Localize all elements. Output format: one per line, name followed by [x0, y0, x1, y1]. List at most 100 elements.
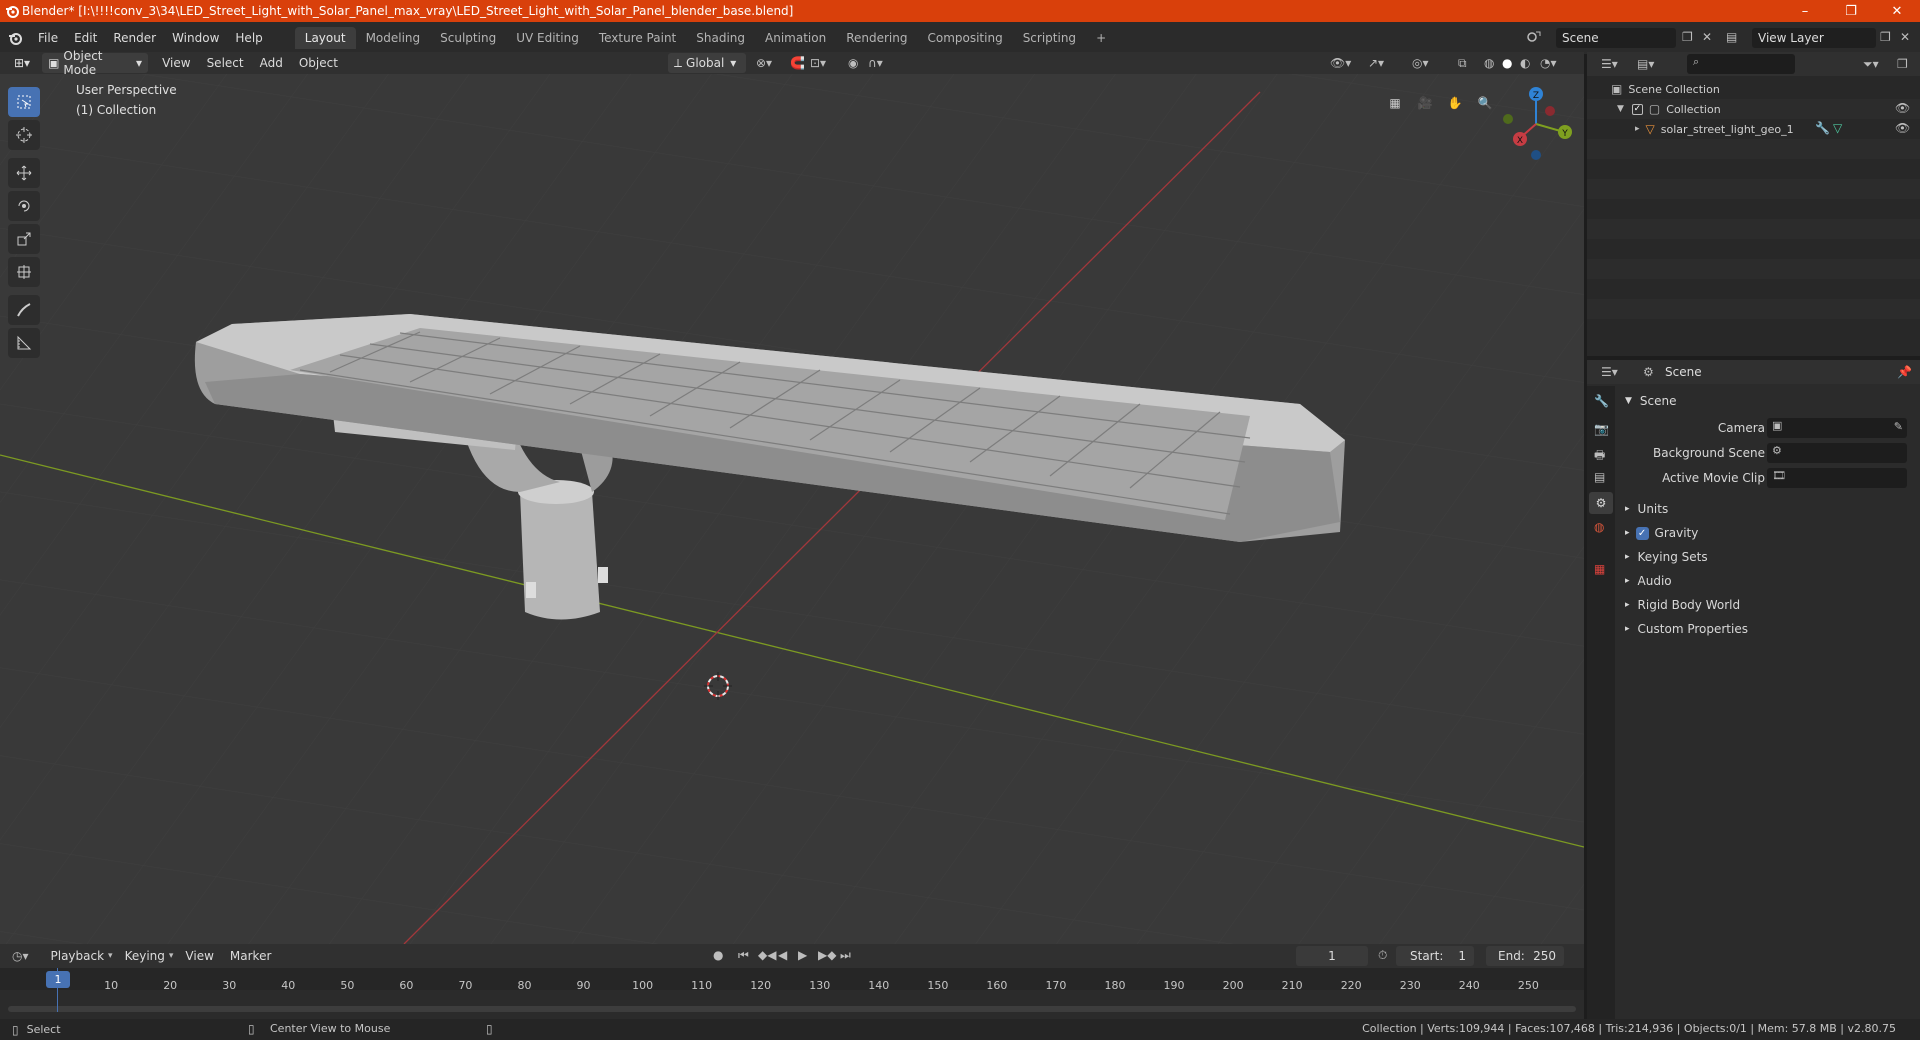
- outliner-editor-icon[interactable]: ☰▾: [1601, 57, 1618, 71]
- keying-sets-section[interactable]: ▸ Keying Sets: [1617, 546, 1917, 568]
- navigation-gizmo[interactable]: Z Y X: [1500, 82, 1580, 162]
- collapse-arrow-icon[interactable]: ▸: [1635, 124, 1640, 134]
- start-frame-field[interactable]: Start: 1: [1396, 946, 1474, 966]
- 3d-viewport[interactable]: User Perspective (1) Collection ▦ 🎥 ✋ 🔍 …: [0, 52, 1584, 944]
- collection-checkbox[interactable]: ✓: [1631, 103, 1643, 115]
- new-scene-icon[interactable]: ❐: [1682, 30, 1693, 44]
- units-section[interactable]: ▸ Units: [1617, 498, 1917, 520]
- outliner-row-collection[interactable]: ▼ ✓ ▢ Collection 👁: [1587, 99, 1920, 119]
- menu-help[interactable]: Help: [227, 31, 270, 45]
- tab-uv-editing[interactable]: UV Editing: [506, 27, 589, 49]
- clock-icon[interactable]: ⏱: [1378, 948, 1387, 963]
- tab-sculpting[interactable]: Sculpting: [430, 27, 506, 49]
- custom-properties-section[interactable]: ▸ Custom Properties: [1617, 618, 1917, 640]
- delete-scene-icon[interactable]: ✕: [1702, 30, 1712, 44]
- blender-menu-icon[interactable]: [0, 31, 30, 45]
- gravity-checkbox[interactable]: ✓: [1635, 526, 1649, 540]
- mesh-data-icon[interactable]: ▽: [1833, 121, 1842, 135]
- menu-file[interactable]: File: [30, 31, 66, 45]
- visibility-icon[interactable]: 👁▾: [1330, 56, 1351, 70]
- play-reverse-icon[interactable]: ◀: [778, 948, 787, 962]
- audio-section[interactable]: ▸ Audio: [1617, 570, 1917, 592]
- toggle-grid-icon[interactable]: ▦: [1382, 90, 1408, 116]
- jump-end-icon[interactable]: ⏭: [840, 948, 851, 963]
- eyedropper-icon[interactable]: ✎: [1894, 420, 1903, 433]
- outliner-row-object[interactable]: ▸ ▽ solar_street_light_geo_1 🔧 ▽ 👁: [1587, 119, 1920, 139]
- rendered-shading-icon[interactable]: ◔▾: [1540, 56, 1557, 70]
- tool-tab-icon[interactable]: 🔧: [1594, 394, 1609, 408]
- menu-view[interactable]: View: [154, 56, 198, 70]
- new-view-layer-icon[interactable]: ❐: [1880, 30, 1891, 44]
- editor-type-icon[interactable]: ⊞▾: [8, 53, 36, 73]
- tab-layout[interactable]: Layout: [294, 27, 356, 49]
- menu-object[interactable]: Object: [291, 56, 346, 70]
- new-collection-icon[interactable]: ❐: [1897, 57, 1908, 71]
- rotate-tool-icon[interactable]: [8, 191, 40, 221]
- expand-arrow-icon[interactable]: ▼: [1617, 104, 1624, 114]
- scene-browse-icon[interactable]: [1526, 28, 1544, 47]
- menu-edit[interactable]: Edit: [66, 31, 105, 45]
- pin-icon[interactable]: 📌: [1897, 365, 1912, 379]
- rigid-body-world-section[interactable]: ▸ Rigid Body World: [1617, 594, 1917, 616]
- transform-orientation-dropdown[interactable]: ⟂ Global ▾: [668, 53, 746, 73]
- menu-window[interactable]: Window: [164, 31, 227, 45]
- menu-timeline-view[interactable]: View: [177, 949, 221, 963]
- pan-hand-icon[interactable]: ✋: [1442, 90, 1468, 116]
- proportional-falloff-icon[interactable]: ∩▾: [868, 56, 883, 70]
- xray-icon[interactable]: ⧉: [1458, 56, 1467, 71]
- camera-view-icon[interactable]: 🎥: [1412, 90, 1438, 116]
- wireframe-shading-icon[interactable]: ◍: [1484, 56, 1494, 70]
- menu-playback[interactable]: Playback: [43, 949, 113, 963]
- playhead[interactable]: 1: [46, 971, 70, 988]
- menu-add[interactable]: Add: [252, 56, 291, 70]
- proportional-editing-icon[interactable]: ◉: [848, 56, 858, 70]
- snap-icon[interactable]: 🧲: [790, 56, 805, 70]
- add-workspace-button[interactable]: +: [1086, 27, 1116, 49]
- display-mode-icon[interactable]: ▤▾: [1637, 57, 1654, 71]
- output-tab-icon[interactable]: 🖶: [1594, 446, 1605, 467]
- tab-shading[interactable]: Shading: [686, 27, 755, 49]
- active-movie-clip-field[interactable]: 🎞: [1767, 468, 1907, 488]
- scene-tab-icon[interactable]: ⚙: [1589, 492, 1613, 514]
- gravity-section[interactable]: ▸ ✓ Gravity: [1617, 522, 1917, 544]
- measure-tool-icon[interactable]: [8, 328, 40, 358]
- background-scene-field[interactable]: ⚙: [1767, 443, 1907, 463]
- scene-name-field[interactable]: Scene: [1556, 28, 1676, 48]
- menu-marker[interactable]: Marker: [222, 949, 279, 963]
- visibility-eye-icon[interactable]: 👁: [1895, 121, 1910, 135]
- current-frame-field[interactable]: 1: [1296, 946, 1368, 966]
- prev-keyframe-icon[interactable]: ◆◀: [758, 948, 776, 962]
- play-icon[interactable]: ▶: [798, 948, 807, 962]
- tab-animation[interactable]: Animation: [755, 27, 836, 49]
- zoom-icon[interactable]: 🔍: [1472, 90, 1498, 116]
- transform-tool-icon[interactable]: [8, 257, 40, 287]
- world-tab-icon[interactable]: ◍: [1594, 520, 1604, 534]
- render-tab-icon[interactable]: 📷: [1594, 422, 1609, 436]
- texture-tab-icon[interactable]: ▦: [1594, 562, 1605, 576]
- visibility-eye-icon[interactable]: 👁: [1895, 101, 1910, 115]
- outliner-search-input[interactable]: ⌕: [1687, 54, 1795, 74]
- restore-button[interactable]: ❐: [1828, 0, 1874, 22]
- mode-dropdown[interactable]: ▣ Object Mode ▾: [42, 49, 149, 77]
- end-frame-field[interactable]: End: 250: [1486, 946, 1564, 966]
- scale-tool-icon[interactable]: [8, 224, 40, 254]
- select-box-tool-icon[interactable]: [8, 87, 40, 117]
- material-shading-icon[interactable]: ◐: [1520, 56, 1530, 70]
- tab-texture-paint[interactable]: Texture Paint: [589, 27, 686, 49]
- tab-modeling[interactable]: Modeling: [356, 27, 431, 49]
- camera-field[interactable]: ▣ ✎: [1767, 418, 1907, 438]
- minimize-button[interactable]: –: [1782, 0, 1828, 22]
- view-layer-icon[interactable]: ▤: [1726, 30, 1737, 44]
- delete-view-layer-icon[interactable]: ✕: [1900, 30, 1910, 44]
- view-layer-field[interactable]: View Layer: [1752, 28, 1876, 48]
- scene-section-header[interactable]: ▼ Scene: [1617, 390, 1917, 412]
- menu-render[interactable]: Render: [105, 31, 164, 45]
- filter-icon[interactable]: ⏷▾: [1863, 57, 1879, 72]
- snap-target-icon[interactable]: ⊡▾: [810, 56, 826, 70]
- tab-rendering[interactable]: Rendering: [836, 27, 917, 49]
- outliner-row-scene-collection[interactable]: ▣ Scene Collection: [1587, 79, 1920, 99]
- modifier-wrench-icon[interactable]: 🔧: [1815, 121, 1830, 135]
- move-tool-icon[interactable]: [8, 158, 40, 188]
- properties-editor-icon[interactable]: ☰▾: [1601, 365, 1618, 379]
- gizmo-toggle-icon[interactable]: ↗▾: [1368, 56, 1384, 70]
